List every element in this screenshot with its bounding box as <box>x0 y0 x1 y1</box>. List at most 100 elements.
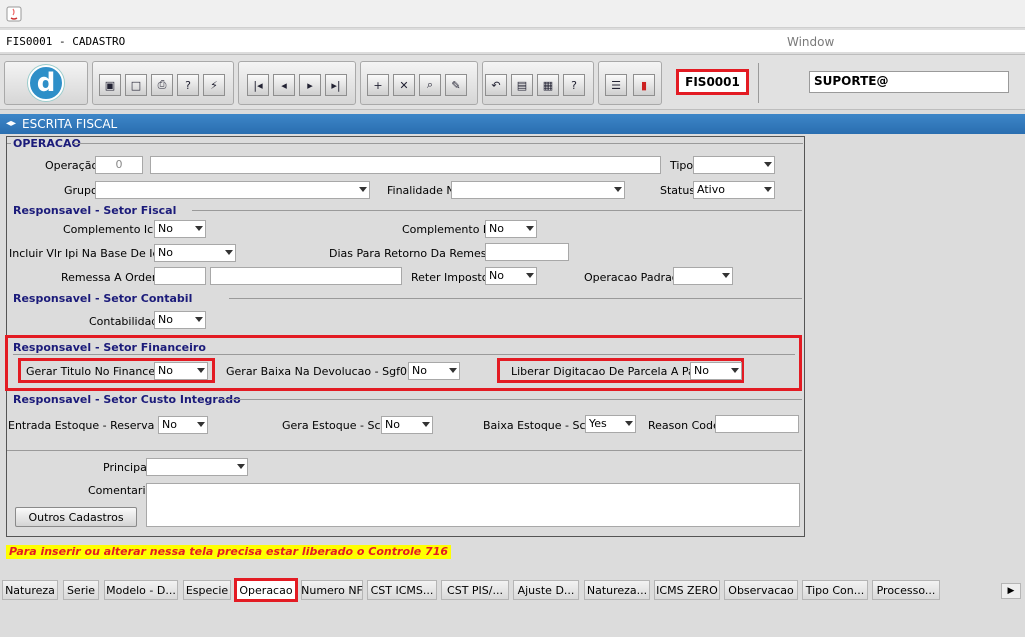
tab-scroll-right-icon[interactable]: ▶ <box>1001 583 1021 599</box>
complemento-ipi-value: No <box>489 222 504 235</box>
operacao-code-input[interactable]: 0 <box>95 156 143 174</box>
gerar-titulo-select[interactable]: No <box>154 362 208 380</box>
clipboard-icon[interactable]: ▤ <box>511 74 533 96</box>
tab-processo[interactable]: Processo... <box>872 580 940 600</box>
tipo-select[interactable] <box>693 156 775 174</box>
tab-ajuste[interactable]: Ajuste D... <box>513 580 579 600</box>
clear-icon[interactable]: ✎ <box>445 74 467 96</box>
grupo-select[interactable] <box>95 181 370 199</box>
incluir-ipi-select[interactable]: No <box>154 244 236 262</box>
toolbar-group-edit: + ✕ ⌕ ✎ <box>360 61 478 105</box>
tab-cst-pis[interactable]: CST PIS/... <box>441 580 509 600</box>
menu-icon[interactable]: ☰ <box>605 74 627 96</box>
operacao-label: Operação <box>45 159 99 172</box>
tab-icms-zero[interactable]: ICMS ZERO <box>654 580 720 600</box>
search-icon[interactable]: ⌕ <box>419 74 441 96</box>
outros-cadastros-button[interactable]: Outros Cadastros <box>15 507 137 527</box>
section-line <box>13 354 795 355</box>
liberar-digitacao-value: No <box>694 364 709 377</box>
tab-cst-icms[interactable]: CST ICMS... <box>367 580 437 600</box>
query-icon[interactable]: ? <box>177 74 199 96</box>
gera-estoque-select[interactable]: No <box>381 416 433 434</box>
gera-estoque-value: No <box>385 418 400 431</box>
reter-imposto-select[interactable]: No <box>485 267 537 285</box>
user-field: SUPORTE@ <box>809 71 1009 93</box>
tab-serie[interactable]: Serie <box>63 580 99 600</box>
finalidade-label: Finalidade Nf <box>387 184 459 197</box>
last-record-icon[interactable]: ▸| <box>325 74 347 96</box>
gera-estoque-label: Gera Estoque - Scm <box>282 419 392 432</box>
complemento-ipi-select[interactable]: No <box>485 220 537 238</box>
status-select[interactable]: Ativo <box>693 181 775 199</box>
panel-title: ESCRITA FISCAL <box>0 114 1025 134</box>
panel-arrows-icon: ◂▸ <box>6 118 17 129</box>
chevron-down-icon <box>197 368 205 373</box>
chevron-down-icon <box>237 464 245 469</box>
chevron-down-icon <box>614 187 622 192</box>
section-fiscal: Responsavel - Setor Fiscal <box>13 204 177 217</box>
comentario-label: Comentario <box>88 484 153 497</box>
finalidade-select[interactable] <box>451 181 625 199</box>
delete-record-icon[interactable]: ✕ <box>393 74 415 96</box>
operacao-padrao-select[interactable] <box>673 267 733 285</box>
reter-imposto-label: Reter Imposto? <box>411 271 495 284</box>
gerar-baixa-label: Gerar Baixa Na Devolucao - Sgf0150 <box>226 365 428 378</box>
dias-retorno-label: Dias Para Retorno Da Remessa <box>329 247 499 260</box>
tab-observacao[interactable]: Observacao <box>724 580 798 600</box>
contabilidade-select[interactable]: No <box>154 311 206 329</box>
complemento-ipi-label: Complemento Ipi <box>402 223 497 236</box>
entrada-estoque-select[interactable]: No <box>158 416 208 434</box>
chevron-down-icon <box>195 317 203 322</box>
window-titlebar <box>0 0 1025 28</box>
principal-label: Principal <box>103 461 150 474</box>
comentario-textarea[interactable] <box>146 483 800 527</box>
baixa-estoque-label: Baixa Estoque - Scm <box>483 419 597 432</box>
section-operacao: OPERACAO <box>13 137 81 150</box>
reter-imposto-value: No <box>489 269 504 282</box>
calculator-icon[interactable]: ▦ <box>537 74 559 96</box>
section-line <box>229 298 802 299</box>
execute-query-icon[interactable]: ⚡ <box>203 74 225 96</box>
insert-record-icon[interactable]: + <box>367 74 389 96</box>
previous-record-icon[interactable]: ◂ <box>273 74 295 96</box>
reason-code-input[interactable] <box>715 415 799 433</box>
incluir-ipi-value: No <box>158 246 173 259</box>
operacao-description-input[interactable] <box>150 156 661 174</box>
tab-modelo[interactable]: Modelo - D... <box>104 580 178 600</box>
company-logo: d <box>28 65 64 101</box>
section-line <box>7 143 11 144</box>
tab-tipo-con[interactable]: Tipo Con... <box>802 580 868 600</box>
next-record-icon[interactable]: ▸ <box>299 74 321 96</box>
toolbar-group-nav: |◂ ◂ ▸ ▸| <box>238 61 356 105</box>
tab-operacao[interactable]: Operacao <box>234 578 298 602</box>
exit-icon[interactable]: ▮ <box>633 74 655 96</box>
baixa-estoque-select[interactable]: Yes <box>585 415 636 433</box>
chevron-down-icon <box>526 273 534 278</box>
chevron-down-icon <box>422 422 430 427</box>
liberar-digitacao-select[interactable]: No <box>690 362 742 380</box>
menu-window[interactable]: Window <box>787 35 834 49</box>
undo-icon[interactable]: ↶ <box>485 74 507 96</box>
tab-numero-nf[interactable]: Numero NF <box>301 580 363 600</box>
tab-especie[interactable]: Especie <box>183 580 231 600</box>
print-icon[interactable]: ⎙ <box>151 74 173 96</box>
tab-natureza-2[interactable]: Natureza... <box>584 580 650 600</box>
gerar-baixa-value: No <box>412 364 427 377</box>
dias-retorno-input[interactable] <box>485 243 569 261</box>
principal-select[interactable] <box>146 458 248 476</box>
tab-natureza[interactable]: Natureza <box>2 580 58 600</box>
gerar-baixa-select[interactable]: No <box>408 362 460 380</box>
remessa-description-input[interactable] <box>210 267 402 285</box>
grupo-label: Grupo <box>64 184 98 197</box>
window-title: FIS0001 - CADASTRO <box>6 35 126 48</box>
save-icon[interactable]: ▣ <box>99 74 121 96</box>
entrada-estoque-label: Entrada Estoque - Reserva Epi <box>8 419 175 432</box>
toolbar-group-exit: ☰ ▮ <box>598 61 662 105</box>
chevron-down-icon <box>764 162 772 167</box>
tipo-label: Tipo <box>670 159 694 172</box>
window-icon[interactable]: □ <box>125 74 147 96</box>
remessa-code-input[interactable] <box>154 267 206 285</box>
help-icon[interactable]: ? <box>563 74 585 96</box>
complemento-icms-select[interactable]: No <box>154 220 206 238</box>
first-record-icon[interactable]: |◂ <box>247 74 269 96</box>
